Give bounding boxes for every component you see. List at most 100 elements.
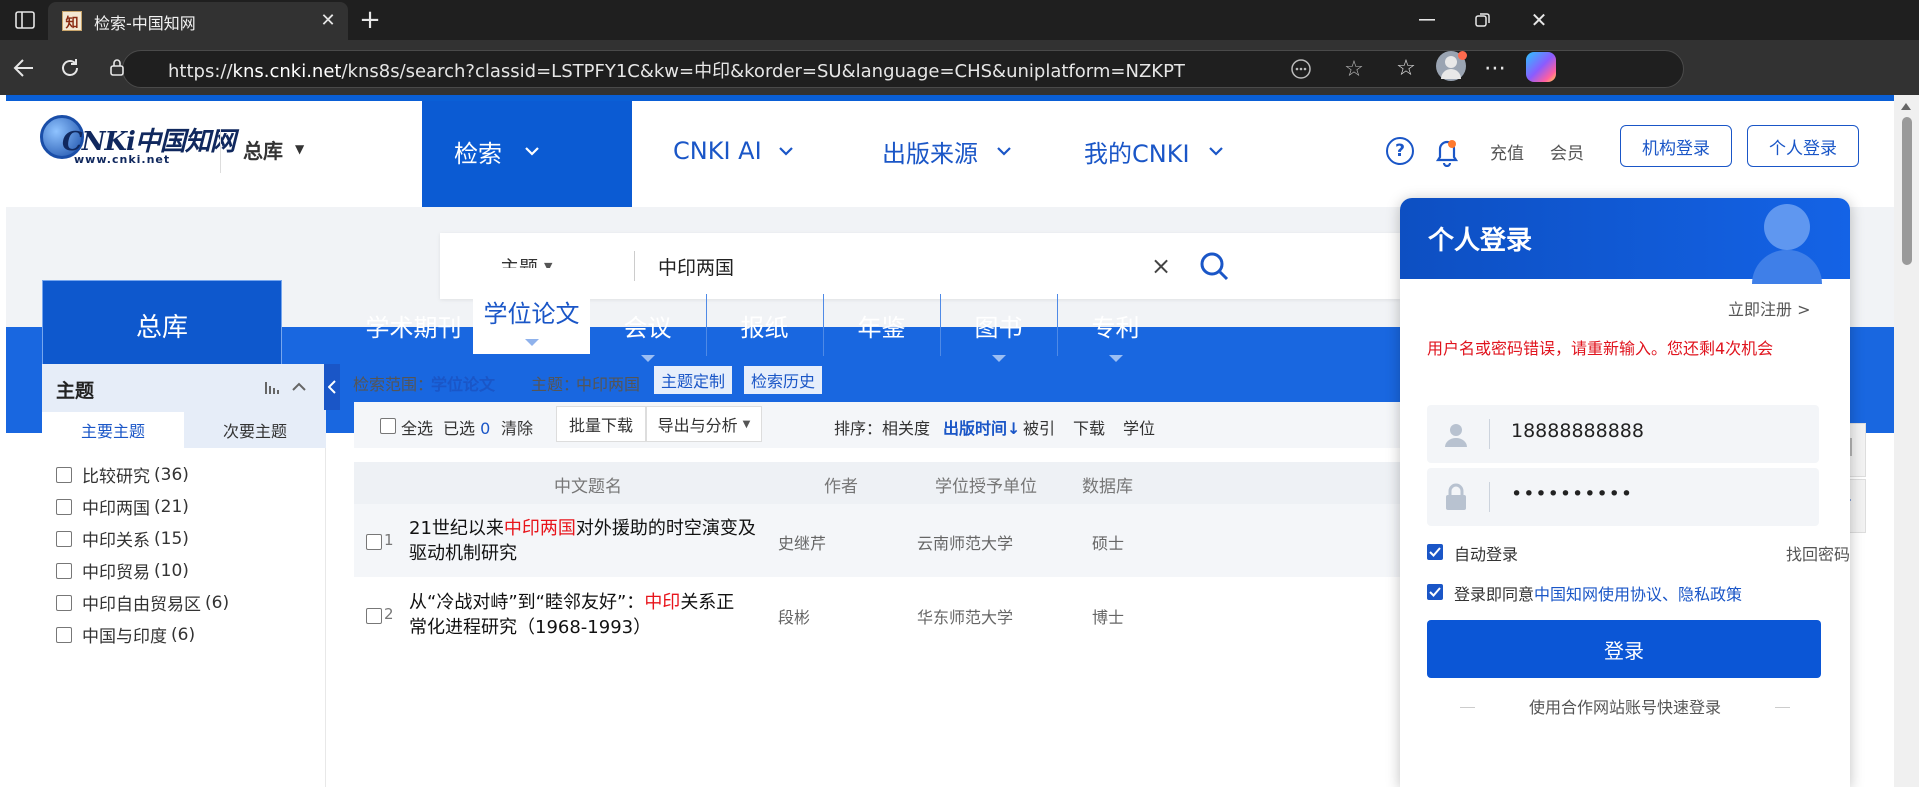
password-input[interactable]: •••••••••• [1511,483,1633,505]
title-part: 对外援助的时空演变及 [575,518,756,539]
search-input[interactable]: 中印两国 [658,251,734,281]
result-author[interactable]: 史继芹 [778,530,826,554]
new-tab-button[interactable]: + [356,5,384,35]
result-unit[interactable]: 云南师范大学 [917,530,1013,554]
help-icon[interactable]: ? [1386,137,1414,165]
facet-checkbox[interactable] [56,498,72,515]
sort-relevance[interactable]: 相关度 [882,419,930,438]
export-analysis-button[interactable]: 导出与分析 ▼ [646,406,762,442]
page-scrollbar[interactable] [1894,95,1919,787]
title-highlight: 中印两国 [503,518,576,539]
nav-publication-source[interactable]: 出版来源 [882,131,1012,171]
scroll-up-icon[interactable] [1901,103,1911,110]
batch-download-button[interactable]: 批量下载 [556,406,646,442]
result-title-link[interactable]: 从“冷战对峙”到“睦邻友好”：中印关系正 常化进程研究（1968-1993） [409,590,769,640]
topic-customize-button[interactable]: 主题定制 [654,366,732,394]
member-link[interactable]: 会员 [1550,139,1584,164]
facet-item[interactable]: 中印贸易 (10) [56,558,189,583]
database-all-tab[interactable]: 总库 [42,280,282,370]
scrollbar-thumb[interactable] [1902,117,1912,265]
cnki-logo[interactable]: CNKi中国知网 www.cnki.net [40,115,236,166]
facet-checkbox[interactable] [56,594,72,611]
close-window-icon[interactable]: ✕ [1524,8,1554,32]
reload-icon[interactable] [56,54,84,82]
select-all-checkbox[interactable] [380,418,396,434]
facet-item[interactable]: 中印关系 (15) [56,526,189,551]
notification-bell-icon[interactable] [1432,135,1462,168]
browser-menu-icon[interactable]: ⋯ [1480,54,1510,82]
db-tab-patents[interactable]: 专利 [1058,280,1173,370]
forgot-password-link[interactable]: 找回密码 [1786,541,1850,565]
facet-checkbox[interactable] [56,562,72,579]
facet-count: (6) [171,624,196,645]
agree-checkbox[interactable] [1427,584,1443,600]
facet-item[interactable]: 比较研究 (36) [56,462,189,487]
profile-avatar-icon[interactable] [1436,51,1467,81]
more-in-address-icon[interactable] [1288,56,1314,82]
result-title-link[interactable]: 21世纪以来中印两国对外援助的时空演变及 驱动机制研究 [409,516,769,566]
personal-login-button[interactable]: 个人登录 [1747,125,1859,167]
library-selector[interactable]: 总库 ▼ [243,129,304,169]
nav-my-cnki[interactable]: 我的CNKI [1084,131,1224,171]
usage-agreement-link[interactable]: 中国知网使用协议 [1534,585,1662,604]
sort-cited[interactable]: 被引 [1023,415,1055,439]
facet-tab-secondary[interactable]: 次要主题 [184,412,326,448]
table-row[interactable]: 2 从“冷战对峙”到“睦邻友好”：中印关系正 常化进程研究（1968-1993） … [354,578,1406,651]
collapse-panel-button[interactable] [324,364,340,410]
privacy-policy-link[interactable]: 隐私政策 [1678,585,1742,604]
result-author[interactable]: 段彬 [778,604,810,628]
selected-info: 已选 0 [443,415,490,439]
nav-cnki-ai[interactable]: CNKI AI [673,131,794,171]
chevron-up-icon[interactable] [290,378,308,396]
row-checkbox[interactable] [366,608,382,624]
db-tab-yearbooks[interactable]: 年鉴 [824,280,939,370]
facet-item[interactable]: 中印两国 (21) [56,494,189,519]
db-tab-journals[interactable]: 学术期刊 [356,280,471,370]
close-tab-icon[interactable]: ✕ [316,8,340,32]
password-field[interactable]: •••••••••• [1427,468,1819,526]
facet-item[interactable]: 中印自由贸易区 (6) [56,590,229,615]
register-link[interactable]: 立即注册 > [1728,296,1811,320]
favorites-icon[interactable]: ☆ [1392,54,1420,82]
row-checkbox[interactable] [366,534,382,550]
table-row[interactable]: 1 21世纪以来中印两国对外援助的时空演变及 驱动机制研究 史继芹 云南师范大学 … [354,504,1406,577]
browser-tab[interactable]: 知 检索-中国知网 ✕ [48,2,348,40]
sort-download[interactable]: 下载 [1073,415,1105,439]
search-icon[interactable] [1198,250,1230,282]
login-submit-button[interactable]: 登录 [1427,620,1821,678]
facet-count: (10) [154,560,189,581]
clear-search-icon[interactable]: × [1146,249,1176,283]
sort-degree[interactable]: 学位 [1123,415,1155,439]
favorite-star-icon[interactable]: ☆ [1340,55,1368,83]
clear-selection-link[interactable]: 清除 [501,415,533,439]
back-arrow-icon[interactable] [10,54,38,82]
facet-checkbox[interactable] [56,530,72,547]
site-header: CNKi中国知网 www.cnki.net 总库 ▼ 检索 CNKI AI 出版… [6,101,1894,207]
select-all-label[interactable]: 全选 [401,415,433,439]
username-field[interactable]: 18888888888 [1427,405,1819,463]
facet-checkbox[interactable] [56,626,72,643]
db-tab-newspapers[interactable]: 报纸 [707,280,822,370]
facet-item[interactable]: 中国与印度 (6) [56,622,195,647]
nav-search[interactable]: 检索 [454,131,540,171]
minimize-icon[interactable] [1412,8,1442,32]
institution-login-button[interactable]: 机构登录 [1620,125,1732,167]
recharge-link[interactable]: 充值 [1490,139,1524,164]
db-tab-dissertations[interactable]: 学位论文 [473,268,590,354]
db-tab-books[interactable]: 图书 [941,280,1056,370]
auto-login-checkbox[interactable] [1427,544,1443,560]
copilot-icon[interactable] [1526,52,1556,82]
result-unit[interactable]: 华东师范大学 [917,604,1013,628]
sidebar-toggle-icon[interactable] [12,8,38,32]
bar-chart-icon[interactable] [264,378,282,396]
restore-icon[interactable] [1468,8,1498,32]
sort-date[interactable]: 出版时间↓ [943,415,1020,439]
search-history-button[interactable]: 检索历史 [744,366,822,394]
facet-checkbox[interactable] [56,466,72,483]
db-tab-conference[interactable]: 会议 [590,280,705,370]
lock-icon[interactable] [106,56,128,78]
username-input[interactable]: 18888888888 [1511,420,1644,442]
auto-login-label[interactable]: 自动登录 [1454,541,1518,565]
col-database: 数据库 [1082,477,1133,497]
facet-tab-main[interactable]: 主要主题 [42,412,184,448]
